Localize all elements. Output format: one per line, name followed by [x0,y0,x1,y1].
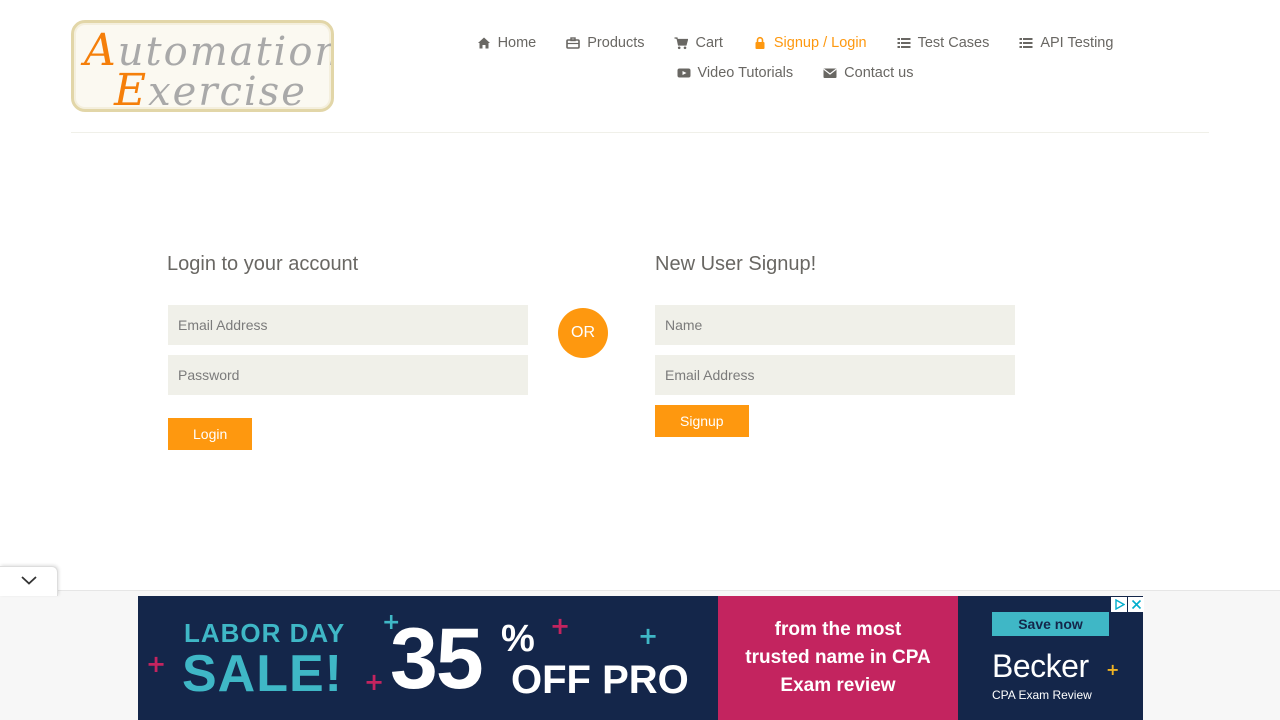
envelope-icon [823,66,837,80]
ad-discount-number: 35 [390,611,484,707]
nav-label-cart: Cart [695,35,723,51]
signup-form-title: New User Signup! [655,253,817,275]
ad-tagline-line-2: trusted name in CPA [745,647,931,668]
login-email-input[interactable] [168,305,528,345]
ad-choices-icon[interactable] [1111,597,1127,612]
list-icon [1019,36,1033,50]
nav-item-api-testing[interactable]: API Testing [1019,35,1113,51]
signup-button[interactable]: Signup [655,405,749,437]
ad-right-panel: Save now Becker + CPA Exam Review [958,596,1143,720]
chevron-down-icon [20,573,38,591]
ad-collapse-toggle[interactable] [0,566,58,596]
plus-icon: + [550,612,571,640]
main-nav: Home Products Cart Signup / Login Test C… [470,28,1120,88]
ad-tagline: from the most trusted name in CPA Exam r… [718,616,958,700]
nav-label-signup-login: Signup / Login [773,35,867,51]
nav-label-contact-us: Contact us [844,65,914,81]
ad-banner[interactable]: LABOR DAY SALE! 35 % OFF PRO + + + + + f… [138,596,1143,720]
youtube-play-icon [677,66,691,80]
briefcase-icon [566,36,581,50]
plus-icon: + [638,622,659,650]
nav-label-video-tutorials: Video Tutorials [697,65,794,81]
nav-row-2: Video Tutorials Contact us [470,58,1120,88]
ad-off-pro-text: OFF PRO [511,658,689,702]
nav-label-home: Home [497,35,537,51]
nav-item-video-tutorials[interactable]: Video Tutorials [677,65,794,81]
nav-item-home[interactable]: Home [477,35,537,51]
home-icon [477,36,491,50]
ad-brand-subtitle: CPA Exam Review [992,688,1092,702]
plus-icon: + [382,610,401,635]
login-form-title: Login to your account [167,253,359,275]
plus-icon: + [1106,660,1120,679]
ad-left-panel: LABOR DAY SALE! 35 % OFF PRO + + + + + [138,596,718,720]
signup-name-input[interactable] [655,305,1015,345]
login-button[interactable]: Login [168,418,253,450]
list-icon [897,36,911,50]
cart-icon [674,36,689,50]
ad-sale-text: SALE! [182,645,343,703]
nav-label-api-testing: API Testing [1040,35,1114,51]
lock-icon [753,36,767,50]
ad-close-icon[interactable] [1128,597,1144,612]
ad-percent-sign: % [501,618,535,660]
plus-icon: + [146,650,167,678]
nav-item-products[interactable]: Products [566,35,644,51]
login-password-input[interactable] [168,355,528,395]
signup-email-input[interactable] [655,355,1015,395]
header-divider [71,132,1209,133]
ad-tagline-line-1: from the most [774,619,902,640]
nav-item-test-cases[interactable]: Test Cases [897,35,990,51]
ad-brand-name: Becker [992,648,1089,684]
ad-controls [1111,597,1144,612]
plus-icon: + [364,668,385,696]
ad-tagline-line-3: Exam review [780,675,896,696]
site-logo[interactable]: Automation Exercise [71,20,334,112]
nav-label-test-cases: Test Cases [917,35,990,51]
nav-item-cart[interactable]: Cart [674,35,723,51]
nav-item-signup-login[interactable]: Signup / Login [753,35,867,51]
ad-save-now-button[interactable]: Save now [992,612,1109,636]
nav-row-1: Home Products Cart Signup / Login Test C… [470,28,1120,58]
or-divider: OR [558,308,608,358]
nav-label-products: Products [587,35,645,51]
ad-middle-panel: from the most trusted name in CPA Exam r… [718,596,958,720]
logo-line-2: Exercise [114,65,307,112]
nav-item-contact-us[interactable]: Contact us [823,65,913,81]
